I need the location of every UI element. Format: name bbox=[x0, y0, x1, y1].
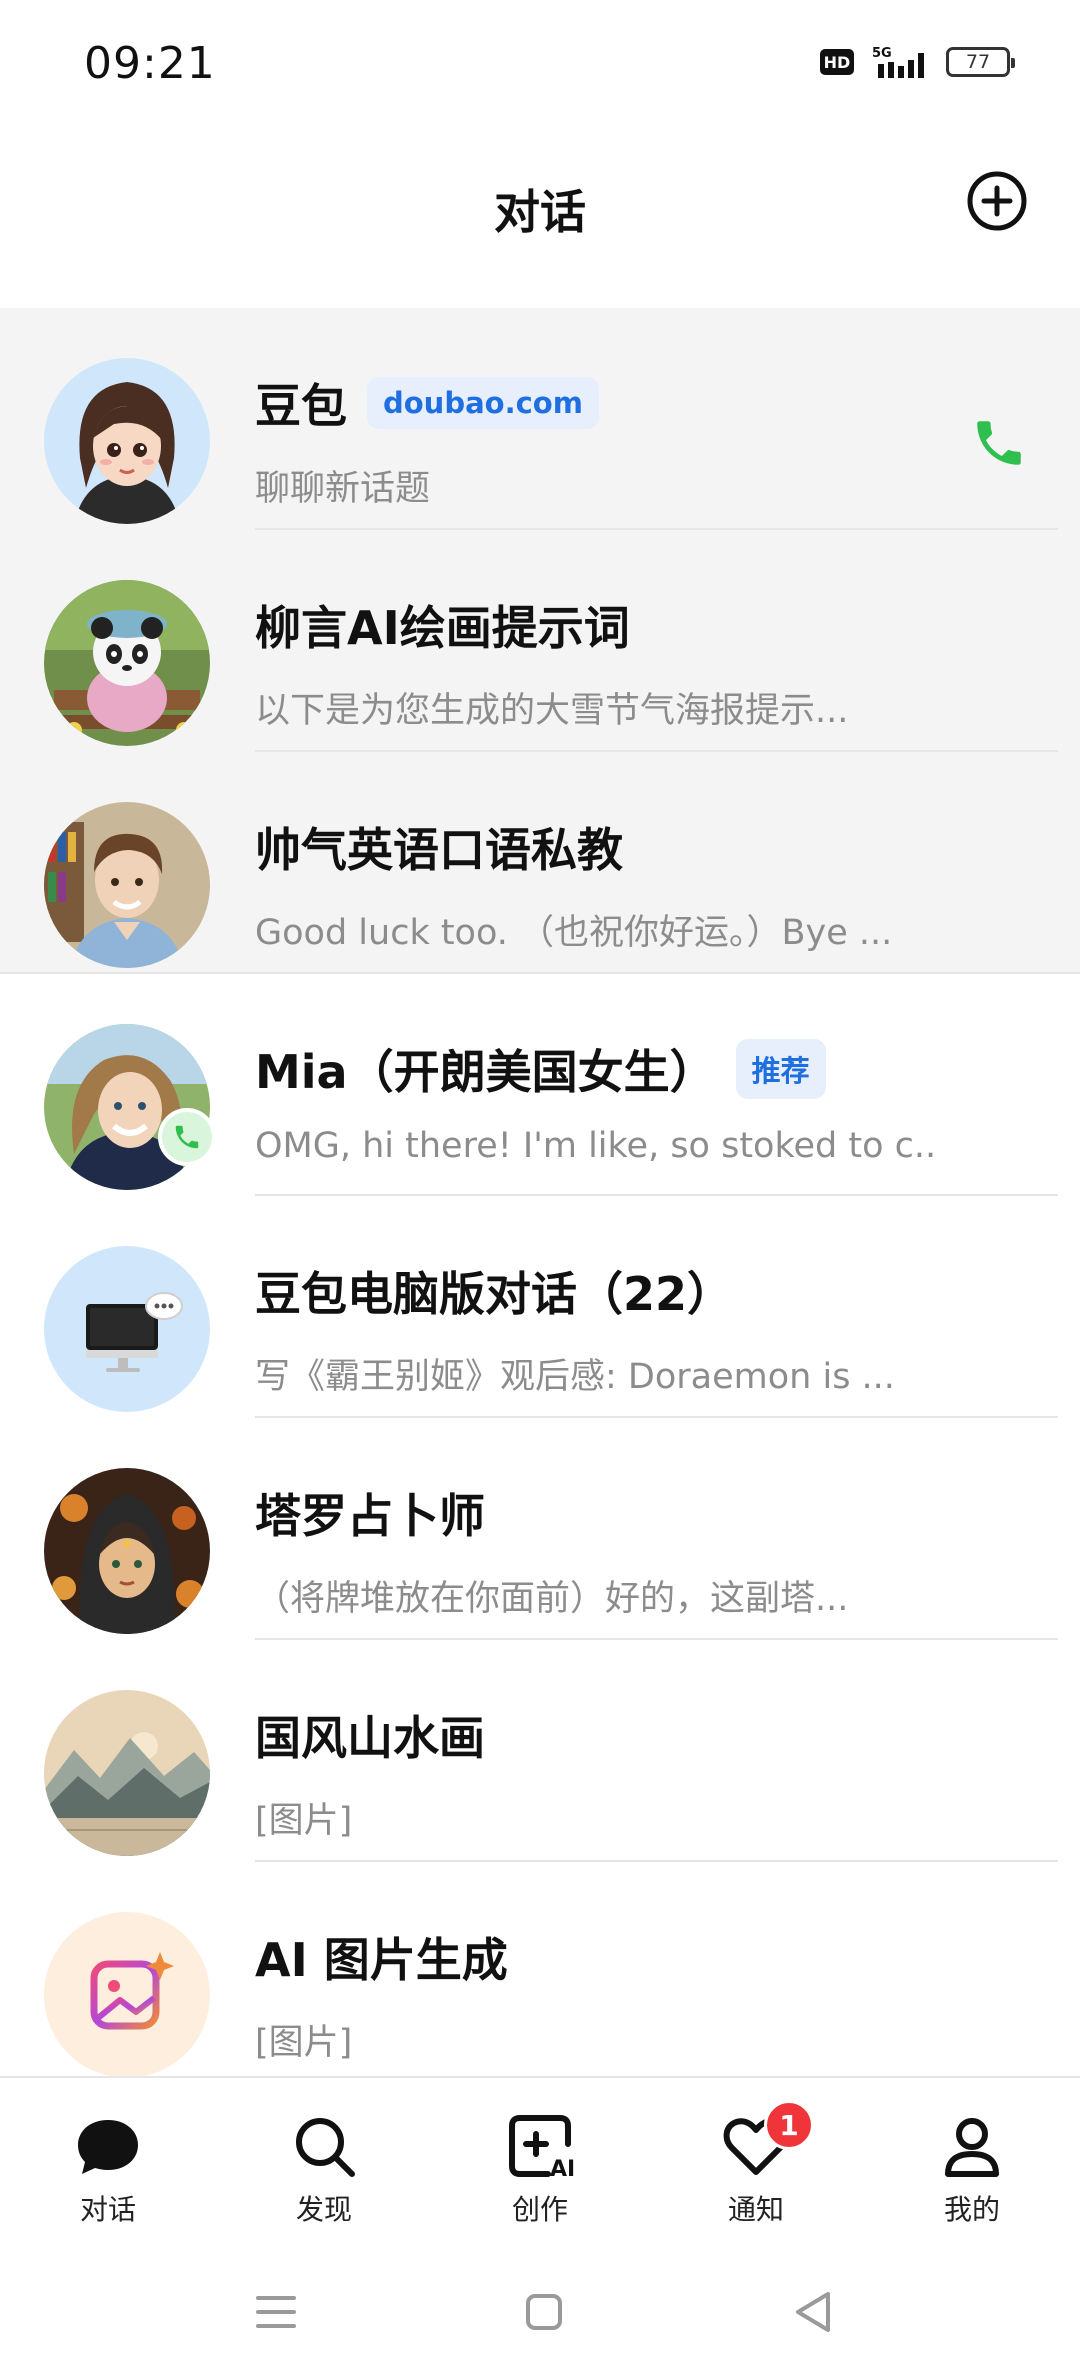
nav-item-create[interactable]: AI 创作 bbox=[432, 2078, 648, 2248]
conversation-item-liuyan-ai[interactable]: 柳言AI绘画提示词 以下是为您生成的大雪节气海报提示... bbox=[0, 530, 1080, 752]
conversation-list: 豆包 doubao.com 聊聊新话题 柳言AI绘画提示词 以下是为您生成的大雪… bbox=[0, 308, 1080, 2084]
conversation-name: 豆包 bbox=[255, 379, 347, 433]
conversation-preview: OMG, hi there! I'm like, so stoked to c.… bbox=[255, 1126, 935, 1166]
conversation-name: AI 图片生成 bbox=[255, 1933, 508, 1987]
nav-item-discover[interactable]: 发现 bbox=[216, 2078, 432, 2248]
header: 对话 bbox=[0, 130, 1080, 308]
nav-label: 对话 bbox=[79, 2193, 136, 2226]
nav-item-profile[interactable]: 我的 bbox=[864, 2078, 1080, 2248]
conversation-preview: （将牌堆放在你面前）好的，这副塔... bbox=[255, 1579, 849, 1619]
conversation-name: Mia（开朗美国女生） bbox=[255, 1045, 716, 1099]
conversation-name: 豆包电脑版对话（22） bbox=[255, 1267, 734, 1321]
conversation-preview: Good luck too. （也祝你好运。）Bye ... bbox=[255, 913, 893, 953]
status-icons: HD 5G 77 bbox=[820, 44, 1015, 80]
voice-call-badge bbox=[158, 1108, 216, 1166]
conversation-item-doubao[interactable]: 豆包 doubao.com 聊聊新话题 bbox=[0, 308, 1080, 530]
create-ai-icon: AI bbox=[509, 2115, 575, 2182]
system-nav-bar bbox=[0, 2246, 1080, 2376]
home-icon[interactable] bbox=[516, 2284, 572, 2340]
conversation-item-english-tutor[interactable]: 帅气英语口语私教 Good luck too. （也祝你好运。）Bye ... bbox=[0, 752, 1080, 974]
conversation-name-row: 豆包 doubao.com bbox=[255, 372, 599, 434]
avatar-english-tutor bbox=[44, 802, 210, 968]
conversation-preview: [图片] bbox=[255, 2023, 353, 2063]
conversation-name: 塔罗占卜师 bbox=[255, 1489, 485, 1543]
domain-tag: doubao.com bbox=[367, 377, 599, 429]
conversation-name-row: 塔罗占卜师 bbox=[255, 1482, 485, 1544]
create-ai-label: AI bbox=[550, 2157, 575, 2182]
conversation-item-landscape[interactable]: 国风山水画 [图片] bbox=[0, 1640, 1080, 1862]
conversation-name-row: 柳言AI绘画提示词 bbox=[255, 594, 630, 656]
notification-count-badge: 1 bbox=[764, 2100, 814, 2150]
network-label: 5G bbox=[872, 46, 892, 61]
conversation-preview: 写《霸王别姬》观后感: Doraemon is ... bbox=[255, 1357, 895, 1397]
nav-label: 我的 bbox=[943, 2193, 1000, 2226]
conversation-item-tarot[interactable]: 塔罗占卜师 （将牌堆放在你面前）好的，这副塔... bbox=[0, 1418, 1080, 1640]
avatar-panda bbox=[44, 580, 210, 746]
recommend-tag: 推荐 bbox=[735, 1039, 826, 1099]
avatar-tarot bbox=[44, 1468, 210, 1634]
hd-badge: HD bbox=[820, 49, 854, 75]
avatar-ai-image bbox=[44, 1912, 210, 2078]
app-root: 09:21 HD 5G 77 对话 豆包 doubao.com 聊聊新话题 柳言… bbox=[0, 0, 1080, 2376]
avatar-landscape bbox=[44, 1690, 210, 1856]
bottom-nav: 对话 发现 AI 创作 通知 1 我的 bbox=[0, 2076, 1080, 2246]
page-title: 对话 bbox=[494, 185, 586, 239]
conversation-name: 帅气英语口语私教 bbox=[255, 823, 623, 877]
battery-icon: 77 bbox=[946, 47, 1015, 77]
person-icon bbox=[945, 2118, 999, 2177]
conversation-name-row: Mia（开朗美国女生） 推荐 bbox=[255, 1038, 826, 1100]
conversation-preview: [图片] bbox=[255, 1801, 353, 1841]
conversation-item-desktop[interactable]: 豆包电脑版对话（22） 写《霸王别姬》观后感: Doraemon is ... bbox=[0, 1196, 1080, 1418]
phone-icon[interactable] bbox=[970, 414, 1028, 472]
conversation-name: 国风山水画 bbox=[255, 1711, 485, 1765]
nav-item-notifications[interactable]: 通知 1 bbox=[648, 2078, 864, 2248]
conversation-item-mia[interactable]: Mia（开朗美国女生） 推荐 OMG, hi there! I'm like, … bbox=[0, 974, 1080, 1196]
conversation-name-row: 国风山水画 bbox=[255, 1704, 485, 1766]
plus-circle-icon[interactable] bbox=[966, 170, 1028, 232]
menu-icon[interactable] bbox=[248, 2284, 304, 2340]
nav-item-chat[interactable]: 对话 bbox=[0, 2078, 216, 2248]
conversation-preview: 以下是为您生成的大雪节气海报提示... bbox=[255, 691, 849, 731]
conversation-item-ai-image[interactable]: AI 图片生成 [图片] bbox=[0, 1862, 1080, 2084]
nav-label: 通知 bbox=[727, 2193, 784, 2226]
avatar-desktop bbox=[44, 1246, 210, 1412]
chat-bubble-icon bbox=[78, 2120, 138, 2174]
nav-label: 发现 bbox=[295, 2193, 352, 2226]
avatar-doubao bbox=[44, 358, 210, 524]
status-time: 09:21 bbox=[84, 38, 216, 89]
signal-icon: 5G bbox=[872, 46, 924, 78]
back-icon[interactable] bbox=[786, 2284, 842, 2340]
conversation-name: 柳言AI绘画提示词 bbox=[255, 601, 630, 655]
status-bar: 09:21 HD 5G 77 bbox=[0, 0, 1080, 130]
phone-icon bbox=[175, 1125, 199, 1149]
conversation-name-row: 豆包电脑版对话（22） bbox=[255, 1260, 733, 1322]
conversation-name-row: 帅气英语口语私教 bbox=[255, 816, 623, 878]
search-icon bbox=[296, 2118, 355, 2177]
nav-label: 创作 bbox=[511, 2193, 568, 2226]
conversation-name-row: AI 图片生成 bbox=[255, 1926, 508, 1988]
conversation-preview: 聊聊新话题 bbox=[255, 469, 431, 509]
